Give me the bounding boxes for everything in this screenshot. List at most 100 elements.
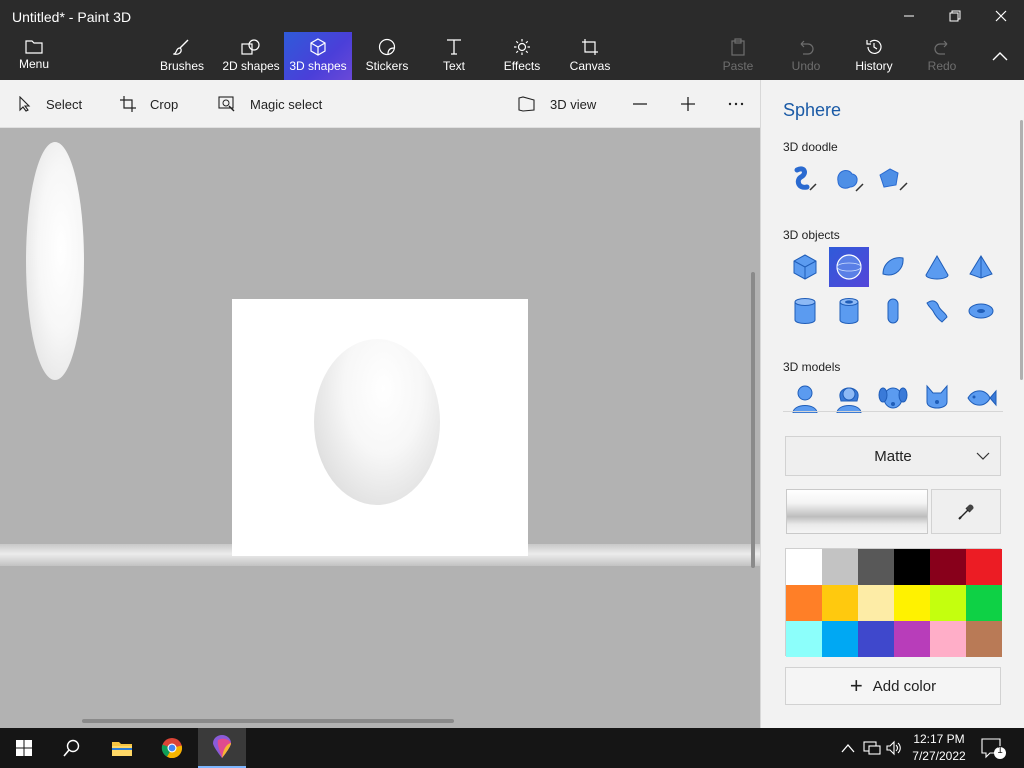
models-section-label: 3D models [783,360,841,374]
woman-icon [836,387,862,413]
3d-oval-object[interactable] [26,142,84,380]
tab-brushes[interactable]: Brushes [152,32,212,80]
vertical-scrollbar[interactable] [751,272,755,568]
magic-select-label: Magic select [250,96,323,112]
color-swatch[interactable] [894,585,930,621]
windows-start-icon [16,740,32,756]
curved-cylinder-icon [926,300,948,323]
chrome-button[interactable] [148,728,196,768]
text-icon [447,39,461,55]
color-swatch[interactable] [858,621,894,657]
color-swatch[interactable] [930,621,966,657]
color-swatch[interactable] [966,585,1002,621]
crop-label: Crop [150,96,179,112]
tab-canvas[interactable]: Canvas [562,32,618,80]
redo-button[interactable]: Redo [920,32,964,80]
history-button[interactable]: History [848,32,900,80]
minimize-button[interactable] [886,0,932,32]
magic-select-tool[interactable]: Magic select [218,80,322,128]
cylinder-button[interactable] [785,291,825,331]
color-swatch[interactable] [786,585,822,621]
collapse-ribbon-button[interactable] [976,32,1024,80]
color-swatch[interactable] [858,549,894,585]
taskbar-clock[interactable]: 12:17 PM 7/27/2022 [906,731,972,765]
woman-model-button[interactable] [829,378,869,418]
show-hidden-icons-button[interactable] [838,738,858,758]
curved-cylinder-button[interactable] [917,291,957,331]
color-swatch[interactable] [894,621,930,657]
color-swatch[interactable] [822,621,858,657]
notification-center-button[interactable]: 1 [978,736,1008,760]
tab-3d-shapes[interactable]: 3D shapes [284,32,352,80]
side-panel: Sphere 3D doodle 3D objects 3D models Ma… [760,80,1024,728]
tab-text[interactable]: Text [428,32,480,80]
file-explorer-button[interactable] [98,728,146,768]
tube-icon [839,298,859,324]
workspace[interactable] [0,128,760,728]
stickers-icon [378,38,396,56]
zoom-in-button[interactable] [680,80,710,128]
eyedropper-button[interactable] [931,489,1001,534]
color-swatch[interactable] [966,621,1002,657]
paint-3d-taskbar-button[interactable] [198,728,246,768]
pyramid-icon [969,255,993,279]
color-swatch[interactable] [930,549,966,585]
cursor-icon [19,96,31,112]
folder-icon [25,40,43,54]
finish-dropdown[interactable]: Matte [785,436,1001,476]
cat-icon [926,384,948,409]
add-color-button[interactable]: + Add color [785,667,1001,705]
redo-icon [934,40,948,55]
current-color-swatch[interactable] [786,489,928,534]
color-swatch[interactable] [966,549,1002,585]
close-button[interactable] [978,0,1024,32]
color-swatch[interactable] [822,549,858,585]
paste-button[interactable]: Paste [716,32,760,80]
capsule-button[interactable] [873,291,913,331]
cylinder-icon [794,298,816,324]
menu-button[interactable]: Menu [0,32,68,80]
tab-2d-shapes[interactable]: 2D shapes [218,32,284,80]
canvas-icon [582,39,598,55]
sharp-edge-doodle-button[interactable] [785,160,825,200]
3d-sphere-object[interactable] [314,339,440,505]
volume-button[interactable] [884,738,904,758]
start-button[interactable] [0,728,48,768]
pyramid-button[interactable] [961,247,1001,287]
undo-button[interactable]: Undo [784,32,828,80]
donut-button[interactable] [961,291,1001,331]
horizontal-scrollbar[interactable] [82,719,454,723]
color-swatch[interactable] [858,585,894,621]
color-swatch[interactable] [894,549,930,585]
chevron-down-icon [976,452,990,460]
tube-button[interactable] [829,291,869,331]
restore-button[interactable] [932,0,978,32]
tube-doodle-button[interactable] [873,160,913,200]
fish-model-button[interactable] [961,378,1001,418]
cone-button[interactable] [917,247,957,287]
tab-effects[interactable]: Effects [494,32,550,80]
color-swatch[interactable] [786,621,822,657]
cube-button[interactable] [785,247,825,287]
cat-model-button[interactable] [917,378,957,418]
canvas[interactable] [232,299,528,556]
soft-edge-doodle-button[interactable] [829,160,869,200]
color-swatch[interactable] [822,585,858,621]
select-tool[interactable]: Select [18,80,82,128]
zoom-out-button[interactable] [632,80,662,128]
search-button[interactable] [48,728,96,768]
crop-icon [120,96,136,112]
color-swatch[interactable] [930,585,966,621]
3d-view-toggle[interactable]: 3D view [518,80,596,128]
panel-scrollbar[interactable] [1020,120,1023,380]
dog-model-button[interactable] [873,378,913,418]
network-button[interactable] [862,738,882,758]
more-options-button[interactable] [728,80,758,128]
hemisphere-button[interactable] [873,247,913,287]
tab-stickers[interactable]: Stickers [358,32,416,80]
crop-tool[interactable]: Crop [120,80,178,128]
man-model-button[interactable] [785,378,825,418]
tab-label: 2D shapes [222,59,280,73]
color-swatch[interactable] [786,549,822,585]
sphere-button[interactable] [829,247,869,287]
